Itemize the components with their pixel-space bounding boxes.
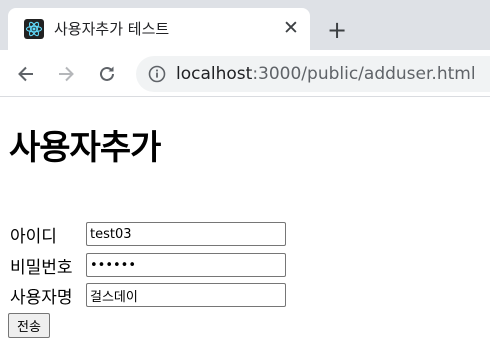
page-content: 사용자추가 아이디 비밀번호 사용자명 전송 — [0, 97, 490, 360]
username-label: 사용자명 — [10, 287, 73, 308]
userid-row: 아이디 — [10, 222, 286, 247]
url-text[interactable]: localhost:3000/public/adduser.html — [176, 63, 476, 85]
tab-strip: 사용자추가 테스트 ✕ + — [0, 0, 490, 50]
info-icon[interactable] — [148, 65, 166, 83]
url-path: :3000/public/adduser.html — [252, 64, 476, 84]
address-bar[interactable]: localhost:3000/public/adduser.html — [136, 56, 490, 92]
username-row: 사용자명 — [10, 283, 286, 308]
react-logo-icon — [24, 19, 44, 39]
reload-icon — [100, 66, 114, 81]
userid-input[interactable] — [86, 222, 286, 246]
back-button[interactable] — [14, 62, 38, 86]
username-input[interactable] — [86, 283, 286, 307]
new-tab-button[interactable]: + — [324, 16, 350, 44]
arrow-left-icon — [18, 66, 33, 82]
password-row: 비밀번호 — [10, 253, 286, 278]
page-title: 사용자추가 — [9, 128, 161, 168]
close-tab-icon[interactable]: ✕ — [280, 17, 302, 39]
tab-title: 사용자추가 테스트 — [54, 20, 170, 38]
password-input[interactable] — [86, 253, 286, 277]
arrow-right-icon — [59, 66, 74, 82]
forward-button[interactable] — [54, 62, 78, 86]
password-label: 비밀번호 — [10, 257, 73, 278]
url-host: localhost — [176, 64, 253, 84]
submit-button[interactable]: 전송 — [8, 313, 50, 338]
reload-button[interactable] — [95, 62, 119, 86]
userid-label: 아이디 — [10, 226, 57, 247]
browser-tab[interactable]: 사용자추가 테스트 ✕ — [8, 8, 310, 50]
